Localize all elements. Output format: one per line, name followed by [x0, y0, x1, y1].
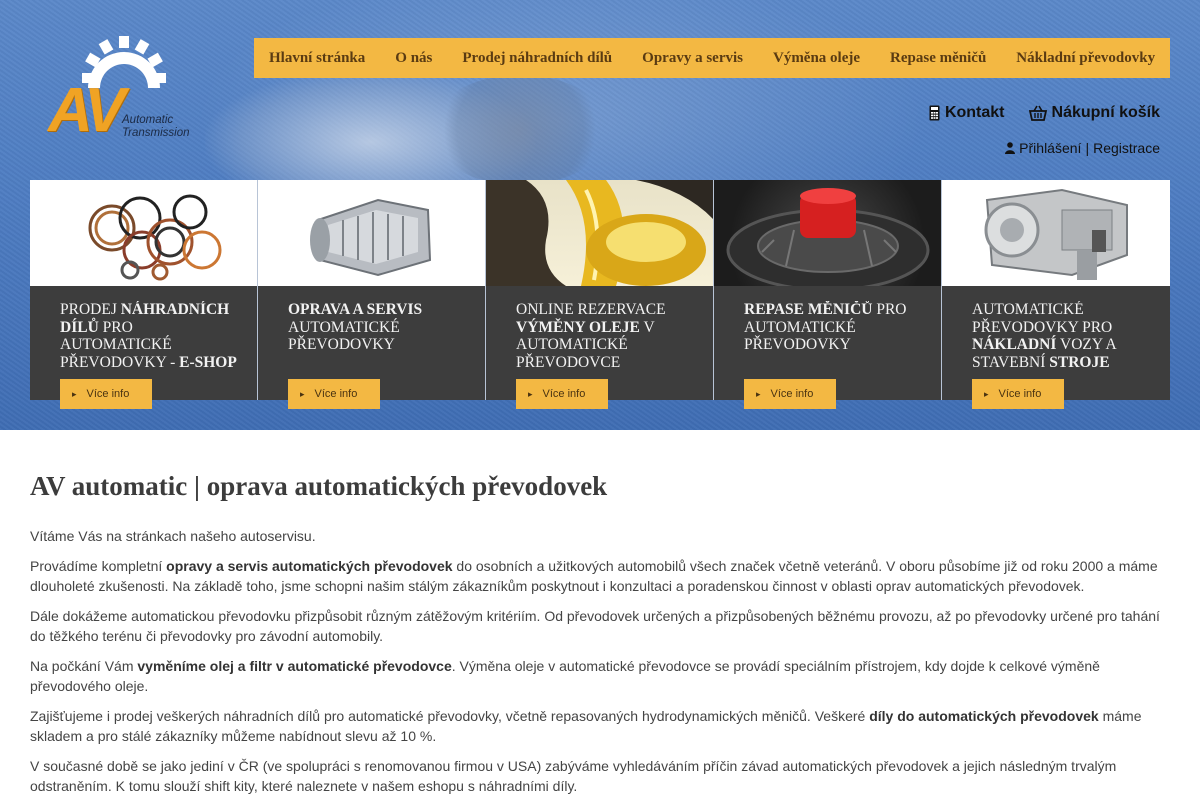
transmission-unit-image: [258, 180, 485, 286]
nav-item-home[interactable]: Hlavní stránka: [269, 50, 365, 67]
nav-item-converter-repair[interactable]: Repase měničů: [890, 50, 986, 67]
oil-pouring-image: [486, 180, 713, 286]
logo-letters: AV: [48, 76, 126, 145]
logo-subtitle: Automatic Transmission: [122, 114, 190, 139]
truck-transmission-image: [942, 180, 1170, 286]
oil-change-paragraph: Na počkání Vám vyměníme olej a filtr v a…: [30, 658, 1100, 694]
services-paragraph: Provádíme kompletní opravy a servis auto…: [30, 558, 1158, 594]
card-repair-service[interactable]: Oprava a servis automatické převodovky ▸…: [258, 180, 486, 409]
card-oil-change-text: Online rezervace výměny oleje v automati…: [516, 301, 666, 371]
account-links: Přihlášení | Registrace: [1005, 140, 1160, 156]
cart-label: Nákupní košík: [1051, 104, 1160, 121]
card-converter-repair[interactable]: Repase měničů pro automatické převodovky…: [714, 180, 942, 409]
card-truck-transmissions[interactable]: Automatické převodovky pro nákladní vozy…: [942, 180, 1170, 409]
card-spare-parts-text: Prodej náhradních dílů pro automatické p…: [60, 301, 237, 371]
cart-link[interactable]: Nákupní košík: [1028, 104, 1160, 122]
nav-item-about[interactable]: O nás: [395, 50, 432, 67]
contact-link[interactable]: Kontakt: [929, 104, 1005, 122]
service-cards: Prodej náhradních dílů pro automatické p…: [30, 180, 1170, 409]
transmission-parts-kit-image: [30, 180, 257, 286]
nav-item-oil-change[interactable]: Výměna oleje: [773, 50, 860, 67]
site-logo[interactable]: AV Automatic Transmission: [48, 34, 208, 146]
chevron-right-icon: ▸: [528, 388, 533, 399]
basket-icon: [1028, 105, 1047, 121]
header-background-gear-image: [430, 75, 610, 185]
user-icon: [1005, 142, 1016, 154]
user-links: Kontakt Nákupní košík: [929, 104, 1160, 122]
register-link[interactable]: Registrace: [1093, 140, 1160, 156]
more-info-button[interactable]: ▸ Více info: [60, 379, 152, 409]
chevron-right-icon: ▸: [756, 388, 761, 399]
more-info-button[interactable]: ▸ Více info: [972, 379, 1064, 409]
main-navigation: Hlavní stránka O nás Prodej náhradních d…: [254, 38, 1170, 78]
card-oil-change[interactable]: Online rezervace výměny oleje v automati…: [486, 180, 714, 409]
nav-item-spare-parts[interactable]: Prodej náhradních dílů: [462, 50, 612, 67]
contact-label: Kontakt: [944, 104, 1005, 121]
main-content: AV automatic | oprava automatických přev…: [30, 470, 1170, 800]
parts-paragraph: Zajišťujeme i prodej veškerých náhradníc…: [30, 708, 1142, 744]
chevron-right-icon: ▸: [984, 388, 989, 399]
login-link[interactable]: Přihlášení: [1019, 140, 1081, 156]
torque-converter-image: [714, 180, 941, 286]
phone-icon: [929, 105, 940, 121]
shift-kits-paragraph: V současné době se jako jediní v ČR (ve …: [30, 758, 1117, 794]
welcome-paragraph: Vítáme Vás na stránkach našeho autoservi…: [30, 528, 316, 544]
more-info-button[interactable]: ▸ Více info: [744, 379, 836, 409]
customization-paragraph: Dále dokážeme automatickou převodovku př…: [30, 608, 1160, 644]
nav-item-repairs[interactable]: Opravy a servis: [642, 50, 743, 67]
chevron-right-icon: ▸: [300, 388, 305, 399]
more-info-button[interactable]: ▸ Více info: [516, 379, 608, 409]
nav-item-truck-transmissions[interactable]: Nákladní převodovky: [1016, 50, 1155, 67]
card-repair-service-text: Oprava a servis automatické převodovky: [288, 301, 423, 353]
more-info-button[interactable]: ▸ Více info: [288, 379, 380, 409]
chevron-right-icon: ▸: [72, 388, 77, 399]
account-separator: |: [1085, 140, 1090, 156]
card-spare-parts[interactable]: Prodej náhradních dílů pro automatické p…: [30, 180, 258, 409]
card-converter-repair-text: Repase měničů pro automatické převodovky: [744, 301, 907, 353]
page-title: AV automatic | oprava automatických přev…: [30, 471, 608, 501]
card-truck-transmissions-text: Automatické převodovky pro nákladní vozy…: [972, 301, 1116, 371]
